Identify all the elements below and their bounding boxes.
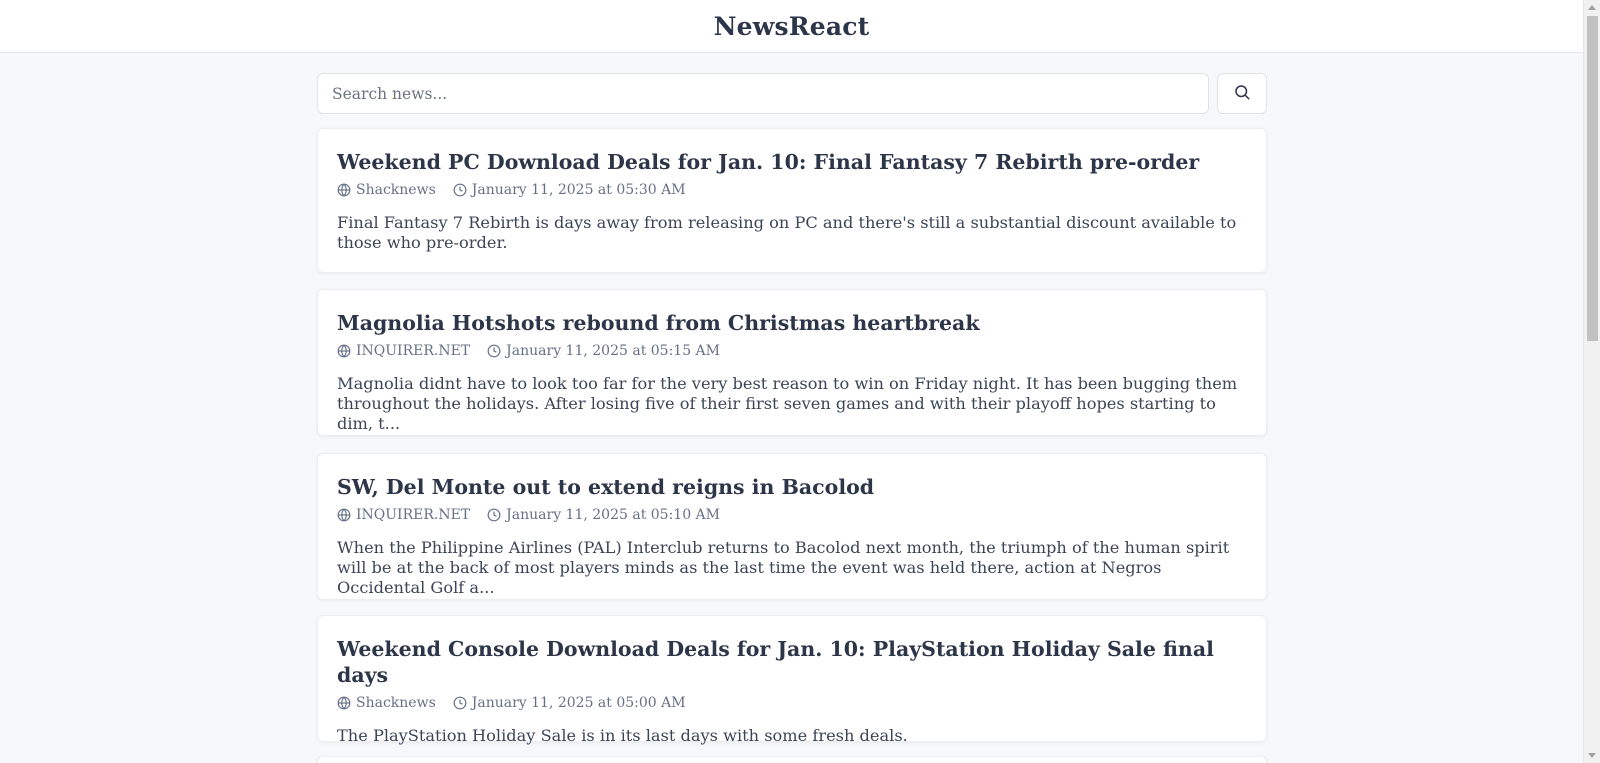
article-source: Shacknews [337, 695, 436, 711]
article-source: INQUIRER.NET [337, 343, 470, 359]
article-card[interactable]: Weekend PC Download Deals for Jan. 10: F… [317, 128, 1267, 273]
source-label: Shacknews [356, 182, 436, 198]
globe-icon [337, 344, 351, 358]
article-date: January 11, 2025 at 05:10 AM [487, 507, 720, 523]
clock-icon [453, 696, 467, 710]
article-title[interactable]: SW, Del Monte out to extend reigns in Ba… [337, 474, 1247, 500]
search-button[interactable] [1217, 73, 1267, 114]
app-header: NewsReact [0, 0, 1583, 53]
article-meta: Shacknews January 11, 2025 at 05:00 AM [337, 695, 1247, 711]
date-label: January 11, 2025 at 05:10 AM [506, 507, 721, 523]
article-date: January 11, 2025 at 05:30 AM [453, 182, 686, 198]
article-meta: INQUIRER.NET January 11, 2025 at 05:15 A… [337, 343, 1247, 359]
article-description: When the Philippine Airlines (PAL) Inter… [337, 538, 1230, 597]
source-label: INQUIRER.NET [356, 507, 471, 523]
article-meta: INQUIRER.NET January 11, 2025 at 05:10 A… [337, 507, 1247, 523]
search-bar [317, 73, 1267, 114]
article-date: January 11, 2025 at 05:15 AM [487, 343, 720, 359]
scrollbar-thumb[interactable] [1587, 16, 1598, 341]
article-title[interactable]: Weekend Console Download Deals for Jan. … [337, 636, 1247, 688]
date-label: January 11, 2025 at 05:15 AM [506, 343, 721, 359]
date-label: January 11, 2025 at 05:00 AM [471, 695, 686, 711]
search-icon [1233, 83, 1251, 104]
globe-icon [337, 183, 351, 197]
article-title[interactable]: Magnolia Hotshots rebound from Christmas… [337, 310, 1247, 336]
clock-icon [487, 344, 501, 358]
scroll-up-icon[interactable] [1588, 5, 1596, 10]
article-description: Magnolia didnt have to look too far for … [337, 374, 1238, 433]
clock-icon [487, 508, 501, 522]
article-meta: Shacknews January 11, 2025 at 05:30 AM [337, 182, 1247, 198]
article-title[interactable]: Weekend PC Download Deals for Jan. 10: F… [337, 149, 1247, 175]
article-card[interactable]: SW, Del Monte out to extend reigns in Ba… [317, 453, 1267, 600]
page-scrollbar[interactable] [1583, 0, 1600, 763]
clock-icon [453, 183, 467, 197]
date-label: January 11, 2025 at 05:30 AM [471, 182, 686, 198]
article-card[interactable]: Magnolia Hotshots rebound from Christmas… [317, 289, 1267, 436]
globe-icon [337, 696, 351, 710]
article-date: January 11, 2025 at 05:00 AM [453, 695, 686, 711]
article-card[interactable]: Weekend Console Download Deals for Jan. … [317, 615, 1267, 745]
article-source: INQUIRER.NET [337, 507, 470, 523]
article-source: Shacknews [337, 182, 436, 198]
source-label: INQUIRER.NET [356, 343, 471, 359]
search-input[interactable] [317, 73, 1209, 114]
article-card[interactable] [317, 756, 1267, 763]
article-description: Final Fantasy 7 Rebirth is days away fro… [337, 213, 1237, 252]
scroll-down-icon[interactable] [1588, 753, 1596, 758]
article-description: The PlayStation Holiday Sale is in its l… [337, 726, 908, 745]
app-title: NewsReact [713, 11, 870, 41]
globe-icon [337, 508, 351, 522]
source-label: Shacknews [356, 695, 436, 711]
